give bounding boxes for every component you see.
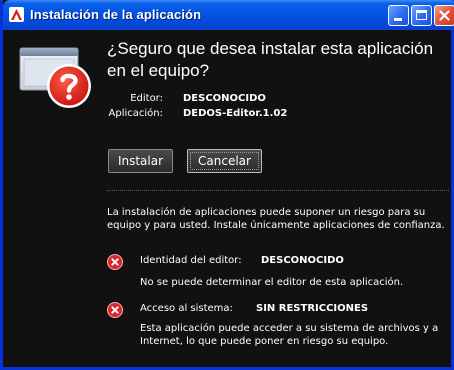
separator xyxy=(107,190,449,191)
close-button[interactable] xyxy=(434,5,454,26)
error-x-icon xyxy=(107,254,123,270)
install-button[interactable]: Instalar xyxy=(108,149,173,173)
minimize-button[interactable] xyxy=(388,5,409,26)
security-warning-text: La instalación de aplicaciones puede sup… xyxy=(107,207,445,231)
window-title: Instalación de la aplicación xyxy=(30,7,202,22)
maximize-icon xyxy=(416,10,427,20)
publisher-label: Editor: xyxy=(130,93,163,104)
install-warning-question-icon xyxy=(19,47,91,108)
maximize-button[interactable] xyxy=(411,5,432,26)
install-dialog-window: Instalación de la aplicación ¿Seguro que… xyxy=(0,0,454,370)
publisher-value: DESCONOCIDO xyxy=(183,93,266,104)
error-x-icon xyxy=(107,302,123,318)
risk-publisher-value: DESCONOCIDO xyxy=(261,255,344,266)
minimize-icon xyxy=(394,18,402,21)
adobe-air-icon xyxy=(9,7,24,22)
application-value: DEDOS-Editor.1.02 xyxy=(183,108,288,119)
risk-publisher-label: Identidad del editor: xyxy=(140,255,242,266)
risk-system-access-description: Esta aplicación puede acceder a su siste… xyxy=(140,323,439,347)
close-icon xyxy=(439,10,450,21)
focus-ring xyxy=(190,152,259,170)
install-button-label: Instalar xyxy=(117,154,164,168)
install-question: ¿Seguro que desea instalar esta aplicaci… xyxy=(107,39,434,80)
cancel-button[interactable]: Cancelar xyxy=(187,149,262,173)
risk-system-access-value: SIN RESTRICCIONES xyxy=(256,303,369,314)
risk-publisher-description: No se puede determinar el editor de esta… xyxy=(140,277,404,288)
risk-system-access-label: Acceso al sistema: xyxy=(140,303,233,314)
title-bar[interactable]: Instalación de la aplicación xyxy=(3,0,454,30)
application-label: Aplicación: xyxy=(108,108,163,119)
